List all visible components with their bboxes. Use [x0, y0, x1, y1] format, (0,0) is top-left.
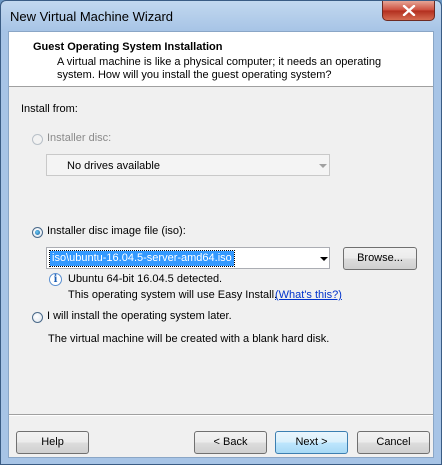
drive-select-value: No drives available — [67, 160, 160, 172]
iso-label: Installer disc image file (iso): — [47, 225, 186, 237]
install-later-note: The virtual machine will be created with… — [48, 333, 330, 345]
window-title: New Virtual Machine Wizard — [10, 9, 174, 24]
install-from-label: Install from: — [21, 103, 78, 115]
detected-text: Ubuntu 64-bit 16.04.5 detected. — [68, 273, 223, 285]
drive-select[interactable]: No drives available — [46, 154, 330, 176]
easy-install-text: This operating system will use Easy Inst… — [68, 289, 278, 301]
close-icon — [402, 5, 416, 16]
installer-disc-label: Installer disc: — [47, 132, 112, 144]
iso-radio[interactable] — [32, 227, 43, 238]
help-button[interactable]: Help — [16, 431, 89, 454]
installer-disc-radio[interactable] — [32, 134, 43, 145]
back-button[interactable]: < Back — [194, 431, 267, 454]
iso-path-value: iso\ubuntu-16.04.5-server-amd64.iso — [49, 250, 235, 267]
install-later-label: I will install the operating system late… — [47, 310, 232, 322]
page-description: A virtual machine is like a physical com… — [57, 56, 382, 81]
chevron-down-icon — [319, 164, 327, 168]
browse-button[interactable]: Browse... — [343, 247, 417, 270]
next-button[interactable]: Next > — [275, 431, 348, 454]
chevron-down-icon[interactable] — [320, 257, 328, 261]
footer-divider — [9, 414, 433, 416]
iso-path-input[interactable]: iso\ubuntu-16.04.5-server-amd64.iso — [46, 247, 330, 269]
title-bar[interactable]: New Virtual Machine Wizard — [1, 1, 441, 31]
wizard-body: Guest Operating System Installation A vi… — [8, 31, 434, 458]
close-button[interactable] — [382, 1, 435, 21]
install-later-radio[interactable] — [32, 312, 43, 323]
whats-this-link[interactable]: (What's this?) — [275, 289, 342, 301]
page-title: Guest Operating System Installation — [33, 41, 223, 53]
info-icon: i — [49, 273, 62, 286]
cancel-button[interactable]: Cancel — [357, 431, 430, 454]
wizard-header: Guest Operating System Installation A vi… — [9, 32, 433, 87]
wizard-window: New Virtual Machine Wizard Guest Operati… — [0, 0, 442, 465]
